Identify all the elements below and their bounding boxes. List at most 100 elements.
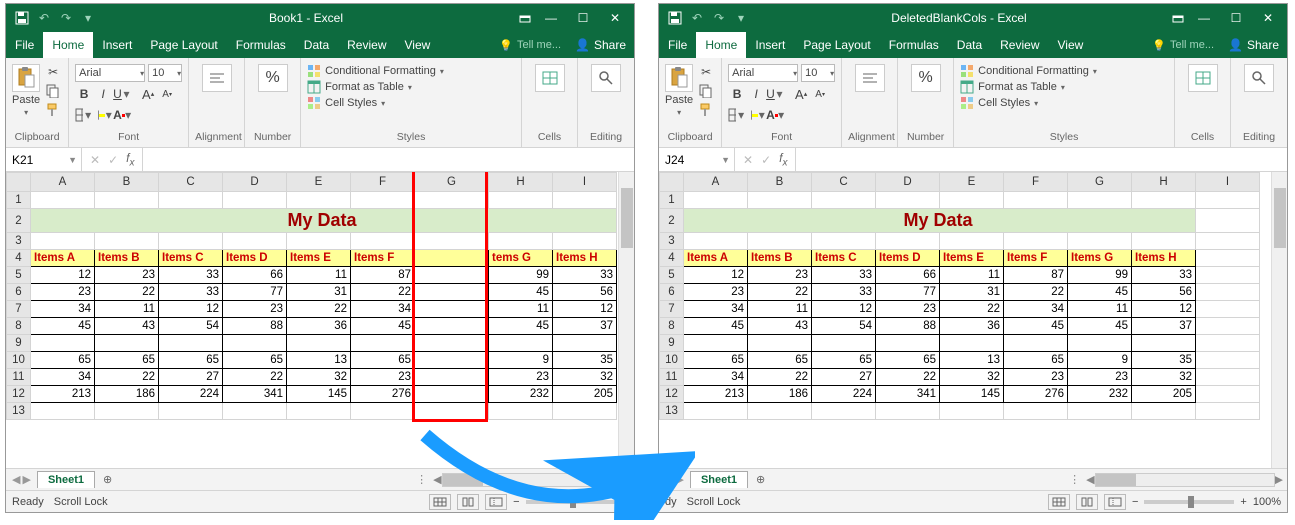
data-cell[interactable]: 145	[940, 386, 1004, 403]
cell[interactable]	[287, 233, 351, 250]
font-name-select[interactable]: Arial▾	[75, 64, 145, 82]
close-button[interactable]: ✕	[1253, 7, 1283, 29]
number-icon[interactable]: %	[911, 64, 941, 92]
data-cell[interactable]: 341	[223, 386, 287, 403]
data-cell[interactable]: 11	[489, 301, 553, 318]
row-header-8[interactable]: 8	[660, 318, 684, 335]
col-header-A[interactable]: A	[684, 173, 748, 192]
data-cell[interactable]: 65	[876, 352, 940, 369]
data-header[interactable]: Items A	[684, 250, 748, 267]
data-header[interactable]: Items B	[748, 250, 812, 267]
cell[interactable]	[489, 192, 553, 209]
data-cell[interactable]: 56	[553, 284, 617, 301]
sheet-area[interactable]: ABCDEFGHI12My Data34Items AItems BItems …	[6, 172, 634, 468]
fx-icon[interactable]: fx	[779, 151, 787, 168]
row-header-5[interactable]: 5	[660, 267, 684, 284]
data-cell[interactable]: 36	[940, 318, 1004, 335]
data-cell[interactable]: 43	[95, 318, 159, 335]
font-size-select[interactable]: 10▾	[801, 64, 835, 82]
data-cell[interactable]: 33	[159, 284, 223, 301]
underline-button[interactable]: U▾	[766, 85, 784, 103]
data-cell[interactable]: 65	[748, 352, 812, 369]
tell-me[interactable]: 💡Tell me...	[1146, 32, 1220, 58]
data-cell[interactable]	[489, 335, 553, 352]
col-header-G[interactable]: G	[415, 173, 489, 192]
cancel-icon[interactable]: ✕	[90, 153, 100, 167]
data-cell[interactable]: 186	[95, 386, 159, 403]
row-header-3[interactable]: 3	[7, 233, 31, 250]
data-cell[interactable]: 23	[748, 267, 812, 284]
maximize-button[interactable]: ☐	[568, 7, 598, 29]
data-cell[interactable]: 23	[1068, 369, 1132, 386]
fill-color-button[interactable]: ▾	[747, 106, 765, 124]
row-header-4[interactable]: 4	[7, 250, 31, 267]
cell[interactable]	[812, 233, 876, 250]
cell[interactable]	[748, 233, 812, 250]
col-header-C[interactable]: C	[159, 173, 223, 192]
data-cell[interactable]: 13	[287, 352, 351, 369]
data-cell[interactable]	[1196, 335, 1260, 352]
row-header-8[interactable]: 8	[7, 318, 31, 335]
add-sheet-button[interactable]: ⊕	[95, 473, 120, 486]
data-cell[interactable]: 9	[489, 352, 553, 369]
data-cell[interactable]: 23	[95, 267, 159, 284]
page-layout-view-button[interactable]	[457, 494, 479, 510]
copy-icon[interactable]	[697, 83, 715, 99]
cell[interactable]	[1196, 209, 1260, 233]
cell[interactable]	[1132, 192, 1196, 209]
data-cell[interactable]: 22	[287, 301, 351, 318]
row-header-4[interactable]: 4	[660, 250, 684, 267]
data-cell[interactable]	[1068, 335, 1132, 352]
cell[interactable]	[876, 233, 940, 250]
horizontal-scrollbar[interactable]: ⋮◀▶	[120, 473, 634, 487]
data-cell[interactable]: 22	[748, 284, 812, 301]
tab-file[interactable]: File	[6, 32, 43, 58]
data-cell[interactable]: 45	[684, 318, 748, 335]
data-cell[interactable]: 88	[223, 318, 287, 335]
grow-font-button[interactable]: A▴	[792, 85, 810, 103]
data-cell[interactable]	[287, 335, 351, 352]
col-header-H[interactable]: H	[489, 173, 553, 192]
row-header-7[interactable]: 7	[7, 301, 31, 318]
data-cell[interactable]: 11	[940, 267, 1004, 284]
cell[interactable]	[223, 233, 287, 250]
data-cell[interactable]: 65	[684, 352, 748, 369]
data-header[interactable]: Items D	[223, 250, 287, 267]
tab-review[interactable]: Review	[338, 32, 395, 58]
data-cell[interactable]: 65	[812, 352, 876, 369]
col-header-I[interactable]: I	[553, 173, 617, 192]
save-icon[interactable]	[667, 10, 683, 26]
data-cell[interactable]: 34	[31, 301, 95, 318]
cell[interactable]	[553, 233, 617, 250]
data-cell[interactable]: 45	[1068, 284, 1132, 301]
cell[interactable]	[95, 403, 159, 420]
data-cell[interactable]: 23	[489, 369, 553, 386]
sheet-tab[interactable]: Sheet1	[690, 471, 748, 488]
cell[interactable]	[684, 403, 748, 420]
editing-icon[interactable]	[1244, 64, 1274, 92]
data-cell[interactable]: 33	[553, 267, 617, 284]
data-cell[interactable]: 45	[1068, 318, 1132, 335]
cell[interactable]	[1004, 403, 1068, 420]
undo-icon[interactable]: ↶	[689, 10, 705, 26]
data-cell[interactable]	[1196, 301, 1260, 318]
tab-formulas[interactable]: Formulas	[227, 32, 295, 58]
data-cell[interactable]: 35	[553, 352, 617, 369]
undo-icon[interactable]: ↶	[36, 10, 52, 26]
save-icon[interactable]	[14, 10, 30, 26]
data-cell[interactable]: 54	[159, 318, 223, 335]
cell[interactable]	[1068, 403, 1132, 420]
share-button[interactable]: 👤Share	[1220, 32, 1287, 58]
cell[interactable]	[684, 192, 748, 209]
data-header[interactable]: Items C	[159, 250, 223, 267]
data-cell[interactable]: 205	[1132, 386, 1196, 403]
tab-nav-prev-icon[interactable]: ◀	[665, 473, 673, 486]
vertical-scrollbar[interactable]	[1271, 172, 1287, 468]
format-as-table-button[interactable]: Format as Table▾	[960, 80, 1065, 94]
cell[interactable]	[223, 403, 287, 420]
data-cell[interactable]: 11	[95, 301, 159, 318]
data-cell[interactable]: 87	[351, 267, 415, 284]
data-cell[interactable]: 23	[876, 301, 940, 318]
data-cell[interactable]: 34	[31, 369, 95, 386]
close-button[interactable]: ✕	[600, 7, 630, 29]
